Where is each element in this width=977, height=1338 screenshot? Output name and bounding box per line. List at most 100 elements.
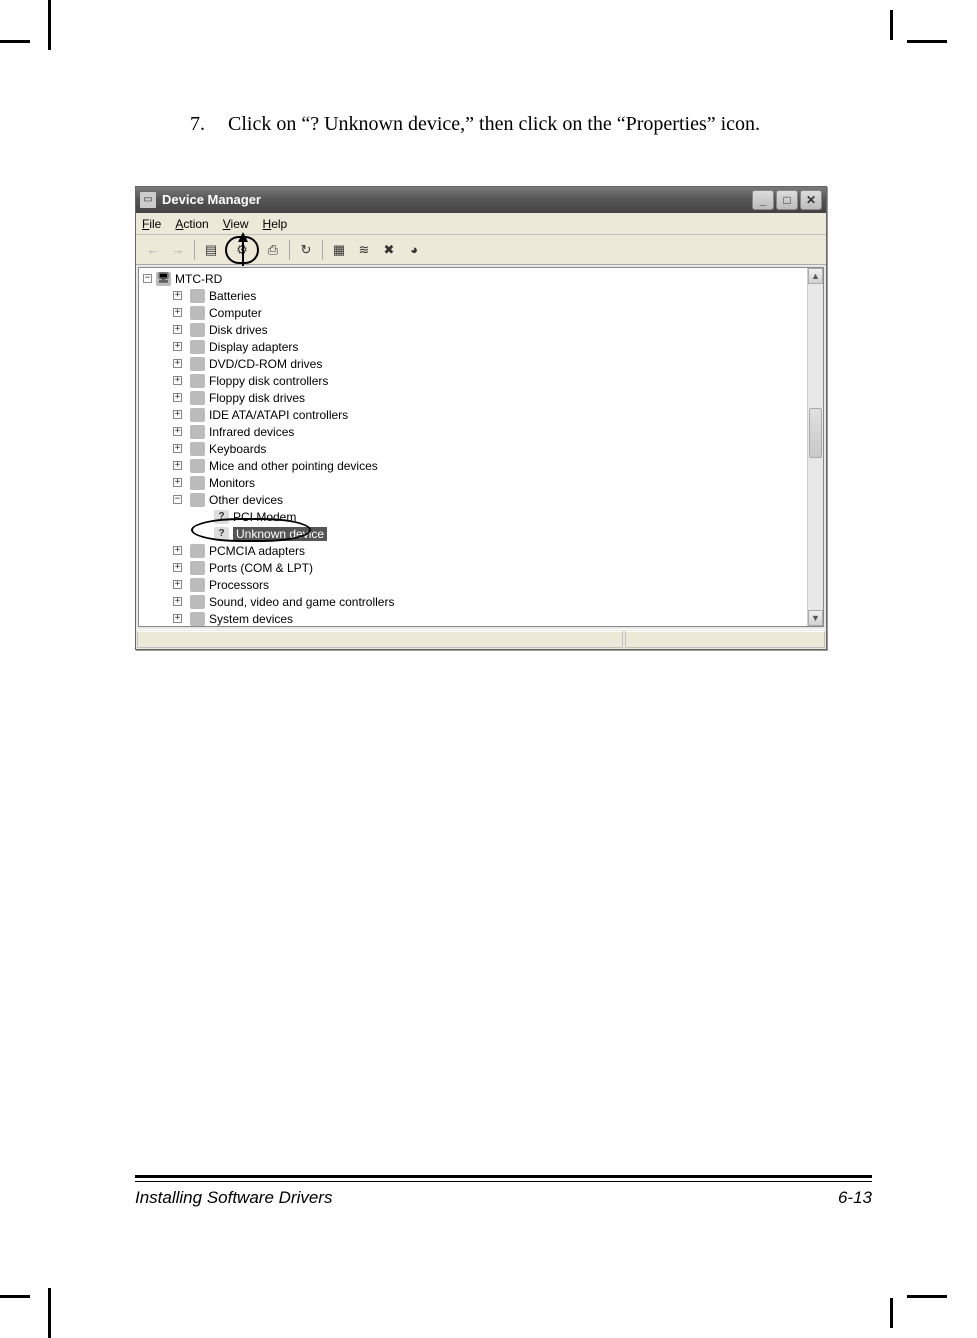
crop-mark — [907, 1295, 947, 1298]
print-button[interactable]: ⎙ — [262, 239, 284, 261]
expander-icon[interactable]: − — [143, 274, 152, 283]
device-icon — [190, 306, 205, 320]
tree-item[interactable]: +DVD/CD-ROM drives — [143, 355, 819, 372]
tree-item-label: Monitors — [209, 476, 255, 490]
computer-icon: 🖥 — [156, 272, 171, 286]
expander-icon[interactable]: + — [173, 393, 182, 402]
scan-button[interactable]: ▦ — [328, 239, 350, 261]
scroll-up-arrow[interactable]: ▲ — [808, 268, 823, 284]
tree-item[interactable]: + Disk drives — [143, 321, 819, 338]
status-cell — [625, 631, 825, 648]
expander-icon[interactable]: + — [173, 427, 182, 436]
tree-item-label: Keyboards — [209, 442, 266, 456]
expander-icon[interactable]: + — [173, 461, 182, 470]
device-icon — [190, 595, 205, 609]
footer-page-number: 6-13 — [838, 1188, 872, 1208]
device-tree-panel: −🖥MTC-RD+Batteries+Computer+Disk drives+… — [138, 267, 824, 627]
expander-icon[interactable]: + — [173, 614, 182, 623]
crop-mark — [890, 10, 893, 40]
device-icon — [190, 476, 205, 490]
tree-root[interactable]: −🖥 MTC-RD — [143, 270, 819, 287]
refresh-button[interactable]: ↻ — [295, 239, 317, 261]
tree-item[interactable]: +Infrared devices — [143, 423, 819, 440]
tree-child-item[interactable]: ?Unknown device — [143, 525, 819, 542]
toolbar-separator — [194, 240, 195, 260]
device-icon — [190, 561, 205, 575]
tree-item[interactable]: + Ports (COM & LPT) — [143, 559, 819, 576]
window-icon: ▭ — [140, 192, 156, 208]
maximize-button[interactable]: □ — [776, 190, 798, 210]
expander-icon[interactable]: + — [173, 359, 182, 368]
tree-item-label: Disk drives — [209, 323, 268, 337]
expander-icon[interactable]: + — [173, 410, 182, 419]
tree-item[interactable]: + Floppy disk controllers — [143, 372, 819, 389]
menu-file[interactable]: File — [142, 217, 161, 231]
help-button[interactable]: ◕ — [403, 239, 425, 261]
statusbar — [136, 629, 826, 649]
tree-item-label: IDE ATA/ATAPI controllers — [209, 408, 348, 422]
vertical-scrollbar[interactable]: ▲ ▼ — [807, 268, 823, 626]
forward-button[interactable]: → — [167, 239, 189, 261]
step-number: 7. — [190, 110, 228, 138]
tree-child-item[interactable]: ?PCI Modem — [143, 508, 819, 525]
scroll-thumb[interactable] — [809, 408, 822, 458]
device-manager-window: ▭ Device Manager _ □ ✕ File Action View … — [135, 186, 827, 650]
expander-icon[interactable]: + — [173, 376, 182, 385]
tree-item[interactable]: + IDE ATA/ATAPI controllers — [143, 406, 819, 423]
step-text: Click on “? Unknown device,” then click … — [228, 110, 872, 138]
back-button[interactable]: ← — [142, 239, 164, 261]
expander-icon[interactable]: + — [173, 546, 182, 555]
tree-item-label: MTC-RD — [175, 272, 222, 286]
menubar: File Action View Help — [136, 213, 826, 235]
titlebar[interactable]: ▭ Device Manager _ □ ✕ — [136, 187, 826, 213]
tree-item[interactable]: + Sound, video and game controllers — [143, 593, 819, 610]
device-icon — [190, 323, 205, 337]
scroll-down-arrow[interactable]: ▼ — [808, 610, 823, 626]
menu-help[interactable]: Help — [263, 217, 288, 231]
tree-item[interactable]: +PCMCIA adapters — [143, 542, 819, 559]
instruction-step: 7. Click on “? Unknown device,” then cli… — [190, 110, 872, 138]
tree-item-label: Floppy disk controllers — [209, 374, 328, 388]
tree-item-label: Other devices — [209, 493, 283, 507]
crop-mark — [0, 1295, 30, 1298]
device-icon — [190, 425, 205, 439]
expander-icon[interactable]: + — [173, 308, 182, 317]
tree-item[interactable]: + Batteries — [143, 287, 819, 304]
expander-icon[interactable]: + — [173, 478, 182, 487]
close-button[interactable]: ✕ — [800, 190, 822, 210]
expander-icon[interactable]: − — [173, 495, 182, 504]
tree-item-label: Mice and other pointing devices — [209, 459, 378, 473]
expander-icon[interactable]: + — [173, 580, 182, 589]
toolbar-separator — [322, 240, 323, 260]
tree-item[interactable]: + Monitors — [143, 474, 819, 491]
expander-icon[interactable]: + — [173, 325, 182, 334]
device-icon — [190, 374, 205, 388]
properties-button[interactable]: ⚙ — [231, 239, 253, 261]
expander-icon[interactable]: + — [173, 342, 182, 351]
menu-action[interactable]: Action — [175, 217, 208, 231]
properties-annotation-circle: ⚙ — [225, 236, 259, 264]
menu-view[interactable]: View — [223, 217, 249, 231]
tree-item-label: Computer — [209, 306, 262, 320]
tree-item-label: Sound, video and game controllers — [209, 595, 394, 609]
tree-item[interactable]: +Floppy disk drives — [143, 389, 819, 406]
tree-item-label: Batteries — [209, 289, 256, 303]
tree-item[interactable]: +System devices — [143, 610, 819, 627]
device-icon — [190, 391, 205, 405]
expander-icon[interactable]: + — [173, 597, 182, 606]
device-icon — [190, 289, 205, 303]
tree-item[interactable]: − Other devices — [143, 491, 819, 508]
up-button[interactable]: ▤ — [200, 239, 222, 261]
tree-item[interactable]: +Display adapters — [143, 338, 819, 355]
expander-icon[interactable]: + — [173, 444, 182, 453]
uninstall-button[interactable]: ✖ — [378, 239, 400, 261]
tree-item[interactable]: + Computer — [143, 304, 819, 321]
tree-item[interactable]: + Keyboards — [143, 440, 819, 457]
expander-icon[interactable]: + — [173, 291, 182, 300]
tree-item-label: Ports (COM & LPT) — [209, 561, 313, 575]
expander-icon[interactable]: + — [173, 563, 182, 572]
tree-item[interactable]: +Processors — [143, 576, 819, 593]
tree-item[interactable]: + Mice and other pointing devices — [143, 457, 819, 474]
update-button[interactable]: ≋ — [353, 239, 375, 261]
minimize-button[interactable]: _ — [752, 190, 774, 210]
